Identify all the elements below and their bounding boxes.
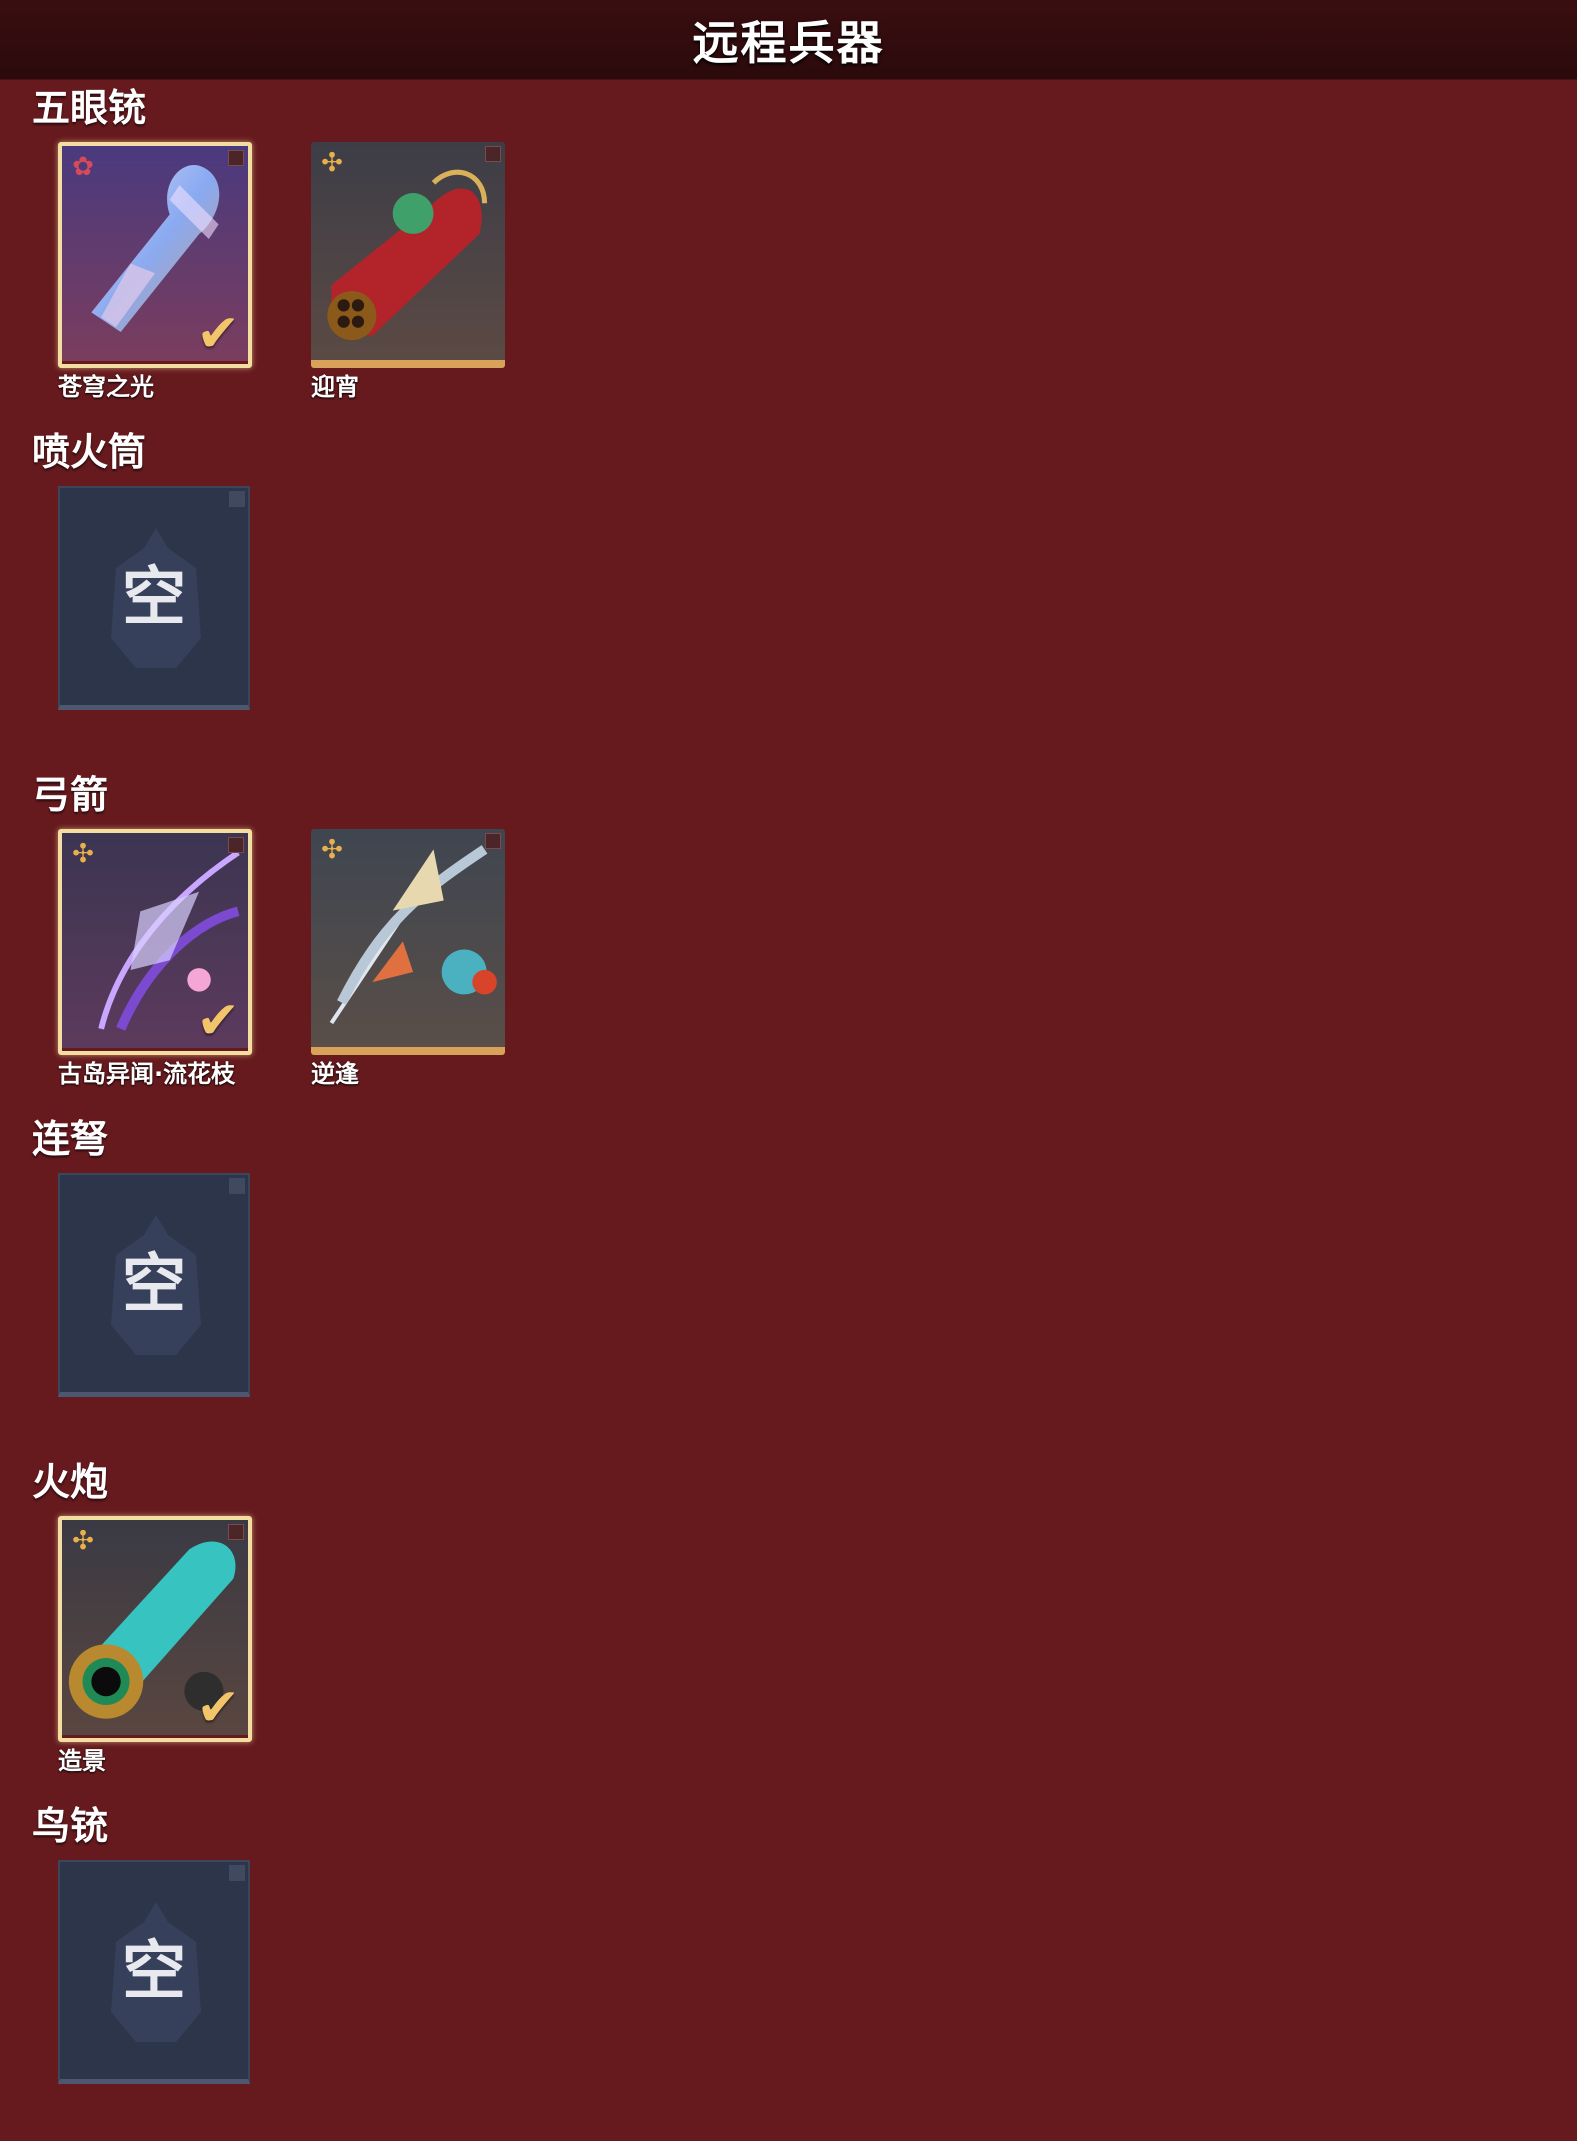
weapon-item[interactable]: ✣ 迎宵	[311, 142, 507, 402]
corner-tag-icon	[228, 1524, 244, 1540]
empty-slot[interactable]: 空	[58, 486, 250, 710]
corner-tag-icon	[229, 491, 245, 507]
corner-tag-icon	[485, 146, 501, 162]
weapon-label: 逆逢	[311, 1060, 359, 1088]
empty-slot-text: 空	[122, 561, 186, 635]
weapon-item[interactable]: ✣ ✔ 造景	[58, 1516, 254, 1776]
empty-slot[interactable]: 空	[58, 1173, 250, 1397]
corner-tag-icon	[229, 1865, 245, 1881]
weapon-card[interactable]: ✣	[311, 829, 505, 1055]
section-title: 五眼铳	[32, 86, 147, 130]
shuriken-badge-icon: ✣	[321, 148, 343, 178]
weapon-item[interactable]: ✣ 逆逢	[311, 829, 507, 1089]
weapon-card[interactable]: ✣ ✔	[58, 1516, 252, 1742]
item-row: 空	[58, 1173, 658, 1433]
equipped-check-icon: ✔	[196, 991, 240, 1051]
weapon-item[interactable]: ✣ ✔ 古岛异闻·流花枝	[58, 829, 254, 1089]
weapon-card[interactable]: ✣ ✔	[58, 829, 252, 1055]
weapon-card[interactable]: ✣	[311, 142, 505, 368]
weapon-card[interactable]: ✿ ✔	[58, 142, 252, 368]
item-row: ✣ ✔ 造景	[58, 1516, 658, 1776]
weapon-label: 苍穹之光	[58, 373, 154, 401]
shuriken-badge-icon: ✣	[72, 1526, 94, 1556]
shuriken-badge-icon: ✣	[321, 835, 343, 865]
weapon-item[interactable]: ✿ ✔ 苍穹之光	[58, 142, 254, 402]
item-row: ✿ ✔ 苍穹之光 ✣ 迎宵	[58, 142, 658, 402]
equipped-check-icon: ✔	[196, 1678, 240, 1738]
item-row: ✣ ✔ 古岛异闻·流花枝 ✣ 逆逢	[58, 829, 658, 1089]
corner-tag-icon	[228, 150, 244, 166]
empty-slot-text: 空	[122, 1935, 186, 2009]
item-row: 空	[58, 1860, 658, 2120]
item-row: 空	[58, 486, 658, 746]
weapon-label: 造景	[58, 1747, 106, 1775]
weapon-label: 古岛异闻·流花枝	[58, 1060, 236, 1088]
section-title: 火炮	[32, 1460, 109, 1504]
corner-tag-icon	[228, 837, 244, 853]
section-title: 弓箭	[32, 773, 109, 817]
top-bar: 远程兵器	[0, 0, 1577, 80]
weapon-label: 迎宵	[311, 373, 359, 401]
flower-badge-icon: ✿	[72, 152, 94, 182]
corner-tag-icon	[485, 833, 501, 849]
section-title: 连弩	[32, 1117, 109, 1161]
section-title: 喷火筒	[32, 430, 147, 474]
empty-slot[interactable]: 空	[58, 1860, 250, 2084]
page-title: 远程兵器	[692, 15, 885, 70]
empty-slot-text: 空	[122, 1248, 186, 1322]
corner-tag-icon	[229, 1178, 245, 1194]
equipped-check-icon: ✔	[196, 304, 240, 364]
section-title: 鸟铳	[32, 1804, 109, 1848]
shuriken-badge-icon: ✣	[72, 839, 94, 869]
